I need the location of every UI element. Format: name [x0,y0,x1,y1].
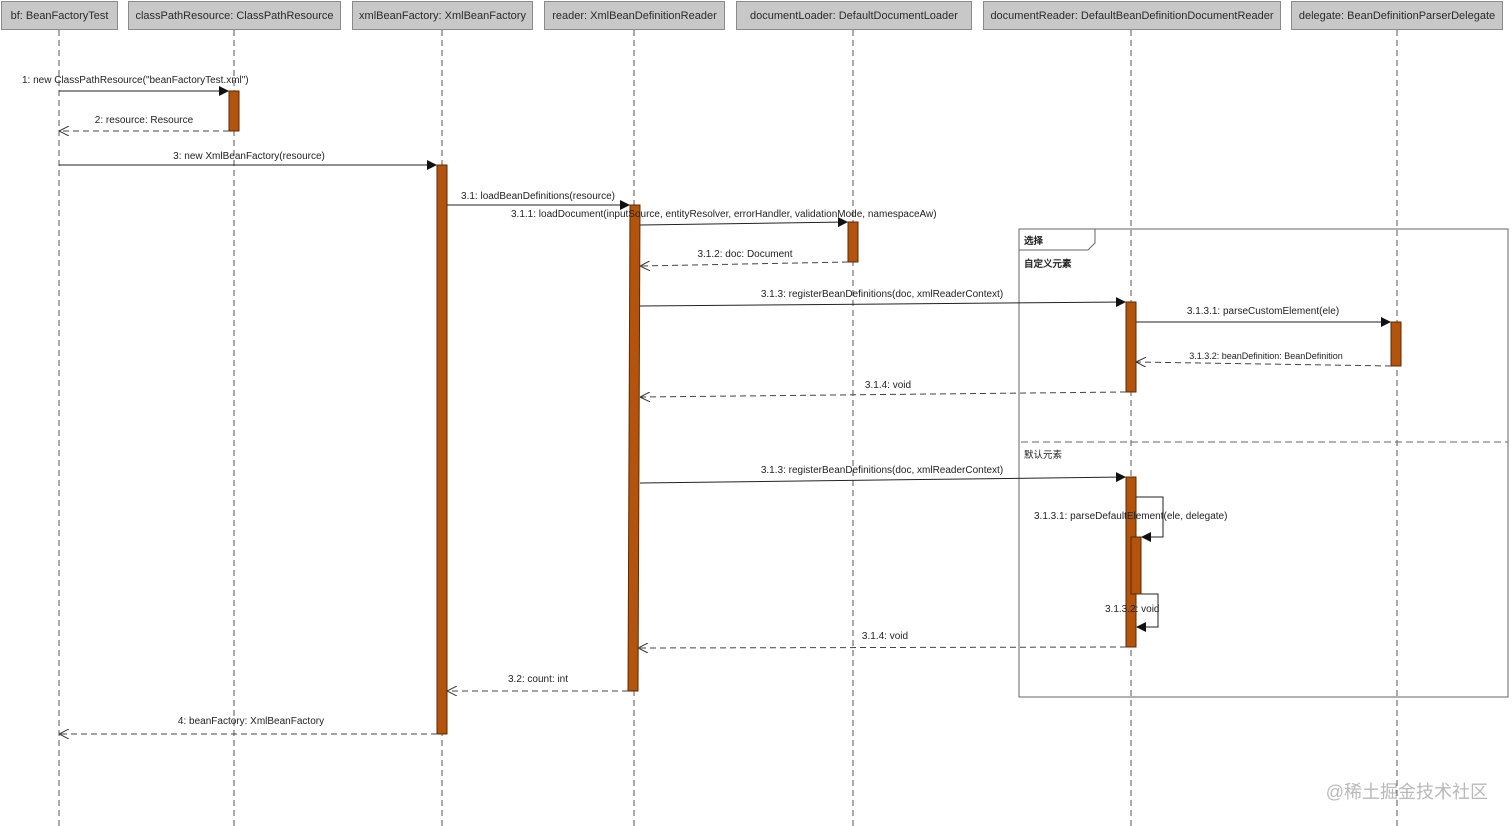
msg-4-label: 4: beanFactory: XmlBeanFactory [177,716,325,727]
activation-documentreader-custom [1125,301,1137,393]
activation-classpathresource [228,90,240,132]
msg-3-1-4-default-return [639,647,1127,648]
msg-3-1-2-return [641,262,849,266]
msg-3-1-3-2-custom-return [1137,362,1392,366]
msg-3-1-4-default-label: 3.1.4: void [861,631,909,642]
alt-condition-default: 默认元素 [1024,450,1063,461]
msg-3-1-1-arrow [639,217,848,228]
msg-3-1-4-custom-return [641,391,1127,397]
msg-3-1-3-2-default-label: 3.1.3.2: void [1105,604,1160,615]
alt-fragment [1018,228,1509,698]
msg-3-1-3-default-label: 3.1.3: registerBeanDefinitions(doc, xmlR… [760,465,1004,476]
msg-3-1-3-default-arrow [639,472,1126,484]
msg-3-1-2-label: 3.1.2: doc: Document [697,249,793,260]
msg-3-1-1-label: 3.1.1: loadDocument(inputSource, entityR… [511,209,937,220]
activation-xmlbeanfactory [436,164,448,735]
msg-3-1-label: 3.1: loadBeanDefinitions(resource) [461,191,615,202]
msg-1-label: 1: new ClassPathResource("beanFactoryTes… [22,75,249,86]
msg-3-label: 3: new XmlBeanFactory(resource) [173,151,325,162]
msg-3-1-3-2-custom-label: 3.1.3.2: beanDefinition: BeanDefinition [1189,351,1343,361]
alt-condition-custom: 自定义元素 [1024,259,1072,270]
msg-2-label: 2: resource: Resource [94,115,194,126]
activation-documentloader [847,221,859,263]
alt-fragment-label: 选择 [1024,236,1044,247]
msg-3-1-4-custom-label: 3.1.4: void [864,380,912,391]
msg-3-1-3-1-custom-label: 3.1.3.1: parseCustomElement(ele) [1186,306,1340,317]
msg-3-1-3-1-default-label: 3.1.3.1: parseDefaultElement(ele, delega… [1034,511,1228,522]
activation-delegate [1390,321,1402,367]
msg-3-2-label: 3.2: count: int [507,674,569,685]
msg-3-1-3-custom-label: 3.1.3: registerBeanDefinitions(doc, xmlR… [760,289,1004,300]
msg-3-1-3-custom-arrow [639,297,1126,308]
sequence-diagram: bf: BeanFactoryTest classPathResource: C… [0,0,1512,826]
watermark: @稀土掘金技术社区 [1325,782,1488,802]
activation-documentreader-nested [1130,536,1142,595]
diagram-canvas [58,30,1509,826]
activation-reader [627,204,641,692]
